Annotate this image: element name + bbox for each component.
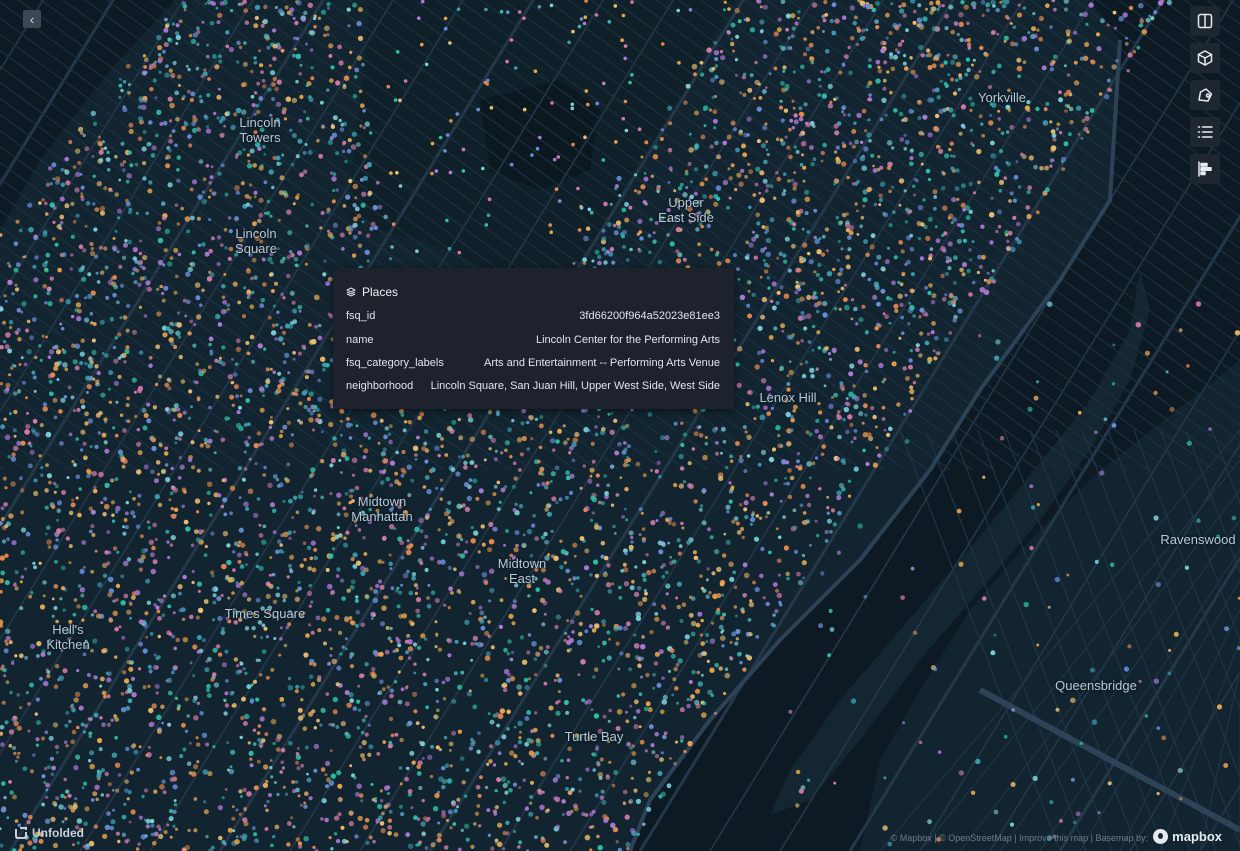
place-label: Midtown East	[497, 556, 547, 586]
brand-name: Unfolded	[32, 826, 84, 840]
timeline-button[interactable]	[1190, 154, 1220, 184]
map-canvas[interactable]: Lincoln Towers Lincoln Square Upper East Side…	[0, 0, 1240, 851]
tooltip-row: name Lincoln Center for the Performing A…	[346, 334, 720, 346]
tooltip-layer-name: Places	[362, 285, 399, 299]
tooltip-key: fsq_id	[346, 310, 376, 322]
tooltip-key: fsq_category_labels	[346, 357, 444, 369]
place-label: Ravenswood	[1160, 532, 1236, 547]
tooltip-value: Arts and Entertainment -- Performing Art…	[483, 357, 720, 369]
place-label: Yorkville	[978, 90, 1026, 105]
map-attribution[interactable]: © Mapbox | © OpenStreetMap | Improve thi…	[891, 833, 1148, 843]
unfolded-brand[interactable]: Unfolded	[14, 826, 84, 840]
cube-icon	[1197, 50, 1213, 66]
place-label: Midtown Manhattan	[351, 494, 413, 524]
layer-legend-button[interactable]	[1190, 117, 1220, 147]
split-map-icon	[1197, 13, 1213, 29]
tooltip-value: 3fd66200f964a52023e81ee3	[579, 310, 720, 322]
list-icon	[1197, 126, 1213, 138]
place-label: Times Square	[224, 606, 306, 621]
tooltip-row: fsq_category_labels Arts and Entertainme…	[346, 357, 720, 369]
place-label: Hell's Kitchen	[46, 622, 90, 652]
place-label: Lenox Hill	[759, 390, 817, 405]
chevron-left-icon: ‹	[29, 11, 35, 27]
tooltip-row: neighborhood Lincoln Square, San Juan Hi…	[346, 380, 720, 392]
tooltip-row: fsq_id 3fd66200f964a52023e81ee3	[346, 310, 720, 322]
tooltip-key: neighborhood	[346, 380, 414, 392]
place-label: Queensbridge	[1055, 678, 1137, 693]
tooltip-value: Lincoln Square, San Juan Hill, Upper Wes…	[430, 380, 720, 392]
map-toolbar	[1190, 6, 1220, 184]
tooltip-value: Lincoln Center for the Performing Arts	[535, 334, 720, 346]
mapbox-wordmark: mapbox	[1172, 829, 1222, 844]
mapbox-logo[interactable]: mapbox	[1153, 829, 1222, 844]
layers-icon	[346, 287, 356, 297]
unfolded-logo-icon	[15, 827, 27, 839]
split-map-button[interactable]	[1190, 6, 1220, 36]
tooltip-key: name	[346, 334, 374, 346]
draw-button[interactable]	[1190, 80, 1220, 110]
place-label: Lincoln Square	[235, 226, 277, 256]
feature-tooltip: Places fsq_id 3fd66200f964a52023e81ee3 n…	[333, 268, 734, 409]
polygon-draw-icon	[1198, 88, 1213, 102]
place-label: Turtle Bay	[564, 729, 624, 744]
bar-chart-icon	[1198, 161, 1212, 177]
place-label: Lincoln Towers	[239, 115, 281, 145]
tooltip-header: Places	[346, 285, 398, 299]
place-label: Upper East Side	[658, 195, 714, 225]
collapse-panel-button[interactable]: ‹	[23, 10, 41, 28]
3d-view-button[interactable]	[1190, 43, 1220, 73]
basemap[interactable]	[0, 0, 1240, 851]
mapbox-logo-icon	[1153, 829, 1169, 844]
